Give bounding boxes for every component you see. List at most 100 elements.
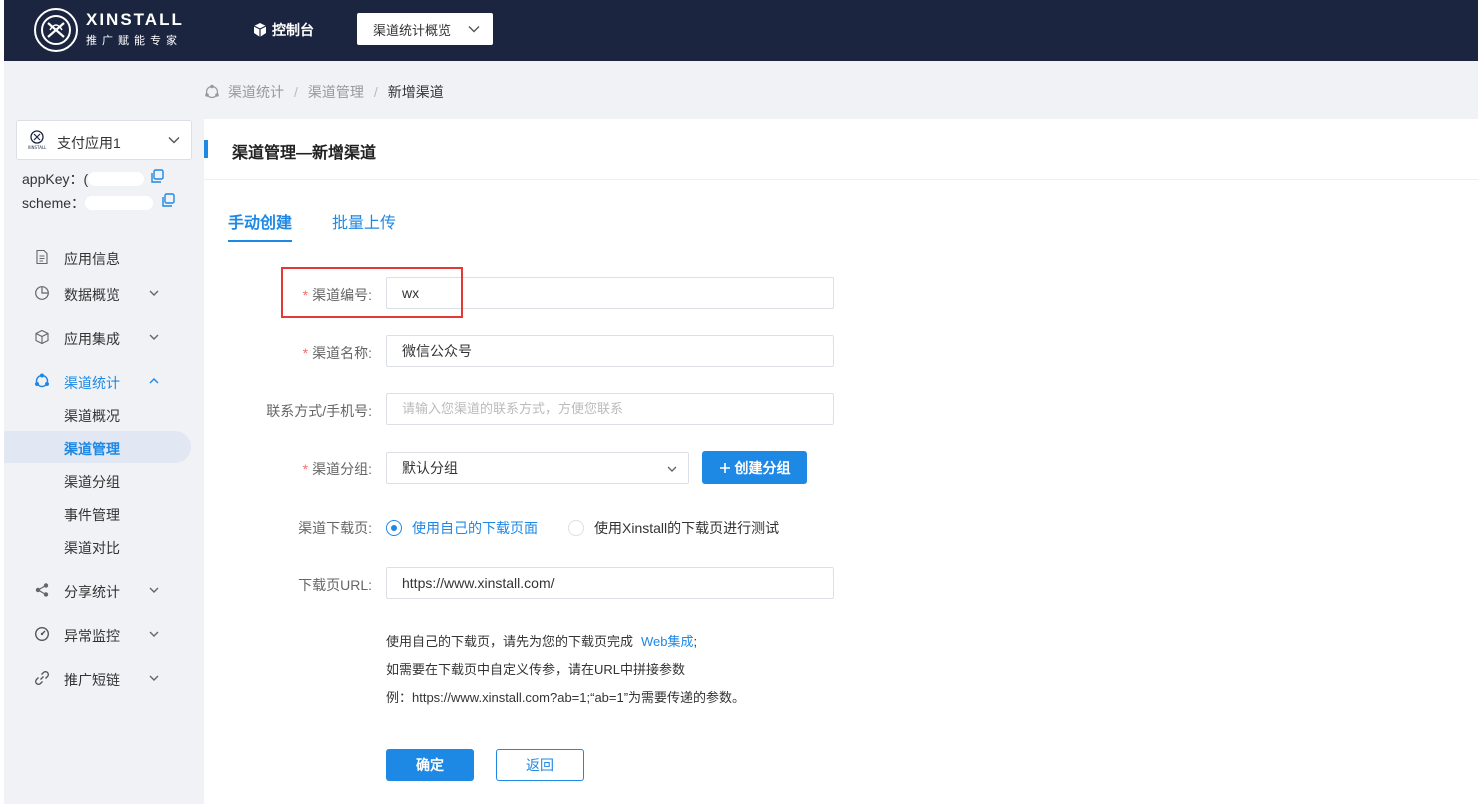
chevron-down-icon (667, 466, 677, 472)
share-icon (35, 583, 49, 597)
scheme-label: scheme： (22, 195, 86, 211)
tab-batch-upload[interactable]: 批量上传 (332, 209, 396, 233)
channel-name-input[interactable]: 微信公众号 (386, 335, 834, 367)
breadcrumb: 渠道统计 / 渠道管理 / 新增渠道 (204, 82, 444, 102)
radio-xinstall-label: 使用Xinstall的下载页进行测试 (594, 520, 780, 536)
sidebar-subitem-event-management[interactable]: 事件管理 (4, 497, 191, 529)
sidebar-item-label: 渠道统计 (64, 375, 120, 391)
sidebar-subitem-label: 渠道概况 (64, 408, 120, 424)
overview-select-value: 渠道统计概览 (373, 22, 452, 38)
breadcrumb-separator: / (373, 84, 378, 100)
breadcrumb-channel-management[interactable]: 渠道管理 (308, 82, 364, 102)
contact-input[interactable]: 请输入您渠道的联系方式，方便您联系 (386, 393, 834, 425)
breadcrumb-current: 新增渠道 (387, 84, 444, 100)
sidebar-item-share-stats[interactable]: 分享统计 (4, 575, 204, 605)
create-group-label: 创建分组 (734, 459, 791, 476)
xinstall-logo[interactable] (34, 8, 78, 52)
app-name: 支付应用1 (57, 135, 121, 151)
appkey-label: appKey： (22, 171, 84, 187)
channel-name-label-text: 渠道名称: (312, 345, 372, 361)
console-label: 控制台 (272, 22, 314, 38)
brand: XINSTALL 推广赋能专家 (86, 10, 184, 48)
confirm-button[interactable]: 确定 (386, 749, 474, 781)
note-line-1: 使用自己的下载页，请先为您的下载页完成 Web集成; (386, 631, 697, 650)
sidebar-subitem-label: 渠道分组 (64, 474, 120, 490)
document-icon (36, 249, 48, 265)
app-select[interactable]: XINSTALL 支付应用1 (16, 120, 192, 160)
radio-own-download-page[interactable]: 使用自己的下载页面 (386, 518, 538, 538)
sidebar-item-label: 数据概览 (64, 287, 120, 303)
group-select-value: 默认分组 (402, 460, 458, 476)
note-line-2: 如需要在下载页中自定义传参，请在URL中拼接参数 (386, 662, 686, 677)
top-header: XINSTALL 推广赋能专家 控制台 渠道统计概览 (4, 0, 1482, 61)
download-url-input[interactable]: https://www.xinstall.com/ (386, 567, 834, 599)
download-page-label: 渠道下载页: (298, 520, 372, 536)
note-line-3: 例：https://www.xinstall.com?ab=1;“ab=1”为需… (386, 690, 746, 705)
required-mark: * (302, 461, 309, 477)
channel-icon (205, 84, 219, 99)
sidebar-item-app-integration[interactable]: 应用集成 (4, 322, 204, 352)
sidebar-subitem-channel-group[interactable]: 渠道分组 (4, 464, 191, 496)
sidebar-item-label: 异常监控 (64, 628, 120, 644)
highlight-annotation (281, 267, 463, 318)
plus-icon (719, 462, 730, 473)
group-select[interactable]: 默认分组 (386, 452, 689, 484)
overview-select[interactable]: 渠道统计概览 (357, 13, 493, 45)
scheme-redacted (85, 196, 154, 210)
card-header: 渠道管理—新增渠道 (204, 119, 1482, 180)
sidebar-item-label: 分享统计 (64, 584, 120, 600)
tab-manual-create[interactable]: 手动创建 (228, 209, 292, 233)
appkey-row: appKey： ( (22, 169, 145, 189)
console-link[interactable]: 控制台 (252, 20, 314, 40)
sidebar-subitem-channel-management[interactable]: 渠道管理 (4, 431, 191, 463)
cube-icon (253, 23, 267, 37)
chevron-down-icon (149, 290, 159, 296)
app-logo-icon: XINSTALL (28, 130, 48, 150)
sidebar-subitem-channel-compare[interactable]: 渠道对比 (4, 530, 191, 562)
web-integration-link[interactable]: Web集成 (641, 634, 694, 649)
group-label: * 渠道分组: (204, 459, 372, 479)
sidebar-item-label: 应用集成 (64, 331, 120, 347)
radio-dot (568, 520, 584, 536)
sidebar-item-app-info[interactable]: 应用信息 (4, 242, 204, 272)
sidebar-item-label: 应用信息 (64, 251, 120, 267)
gauge-icon (34, 626, 50, 642)
right-edge (1478, 0, 1482, 804)
chevron-down-icon (149, 631, 159, 637)
breadcrumb-separator: / (294, 84, 298, 100)
brand-name: XINSTALL (86, 10, 184, 29)
sidebar: XINSTALL 支付应用1 appKey： ( scheme： 应用信息 数据… (4, 61, 204, 804)
back-button[interactable]: 返回 (496, 749, 584, 781)
sidebar-subitem-label: 事件管理 (64, 507, 120, 523)
cube-icon (35, 329, 49, 345)
note-line-1-text: 使用自己的下载页，请先为您的下载页完成 (386, 634, 634, 649)
sidebar-item-data-overview[interactable]: 数据概览 (4, 278, 204, 308)
pie-chart-icon (35, 286, 49, 300)
form-card: 渠道管理—新增渠道 手动创建 批量上传 * 渠道编号: wx * 渠道名称: 微信公… (204, 119, 1482, 804)
chevron-down-icon (468, 26, 480, 33)
link-icon (35, 671, 49, 685)
appkey-redacted (88, 172, 145, 186)
chevron-down-icon (149, 675, 159, 681)
active-tab-indicator (228, 240, 292, 242)
radio-dot (386, 520, 402, 536)
download-url-label: 下载页URL: (298, 577, 372, 593)
sidebar-item-channel-stats[interactable]: 渠道统计 (4, 366, 204, 396)
copy-icon[interactable] (161, 193, 176, 208)
scheme-row: scheme： (22, 193, 154, 213)
required-mark: * (302, 345, 309, 361)
copy-icon[interactable] (150, 169, 165, 184)
title-accent-bar (204, 140, 208, 158)
sidebar-item-short-links[interactable]: 推广短链 (4, 663, 204, 693)
app-logo-text: XINSTALL (28, 145, 48, 150)
breadcrumb-channel-stats[interactable]: 渠道统计 (228, 82, 284, 102)
chevron-down-icon (168, 137, 180, 144)
sidebar-subitem-label: 渠道管理 (64, 441, 120, 457)
sidebar-item-anomaly-monitor[interactable]: 异常监控 (4, 619, 204, 649)
note-line-1-suffix: ; (693, 634, 698, 649)
contact-label: 联系方式/手机号: (266, 403, 372, 419)
radio-xinstall-download-page[interactable]: 使用Xinstall的下载页进行测试 (568, 518, 779, 538)
create-group-button[interactable]: 创建分组 (702, 451, 807, 484)
channel-icon (35, 373, 49, 388)
sidebar-subitem-channel-overview[interactable]: 渠道概况 (4, 398, 191, 430)
